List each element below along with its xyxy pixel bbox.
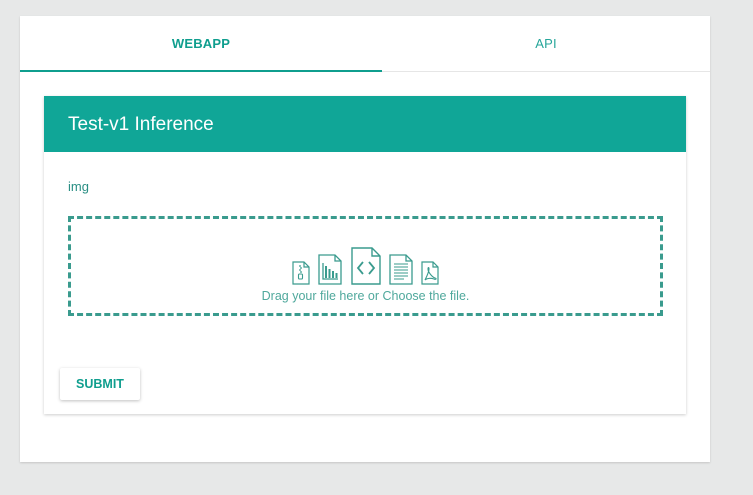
dropzone-text: Drag your file here or Choose the file. xyxy=(261,289,470,303)
outer-card: WEBAPP API Test-v1 Inference img Drag yo… xyxy=(20,16,710,462)
dropzone-icons xyxy=(71,247,660,287)
tab-api[interactable]: API xyxy=(382,16,710,71)
file-zip-icon xyxy=(291,261,310,285)
panel-header: Test-v1 Inference xyxy=(44,96,686,152)
img-field-label: img xyxy=(68,179,89,194)
panel-title: Test-v1 Inference xyxy=(68,114,214,135)
submit-button[interactable]: SUBMIT xyxy=(60,368,140,400)
inference-panel: Test-v1 Inference img Drag your file her… xyxy=(44,96,686,414)
file-pdf-icon xyxy=(421,261,440,285)
file-dropzone[interactable]: Drag your file here or Choose the file. xyxy=(68,216,663,316)
tab-bar: WEBAPP API xyxy=(20,16,710,72)
tab-webapp[interactable]: WEBAPP xyxy=(20,16,382,72)
file-text-icon xyxy=(389,254,413,285)
file-chart-icon xyxy=(318,254,342,285)
file-code-icon xyxy=(350,247,381,285)
